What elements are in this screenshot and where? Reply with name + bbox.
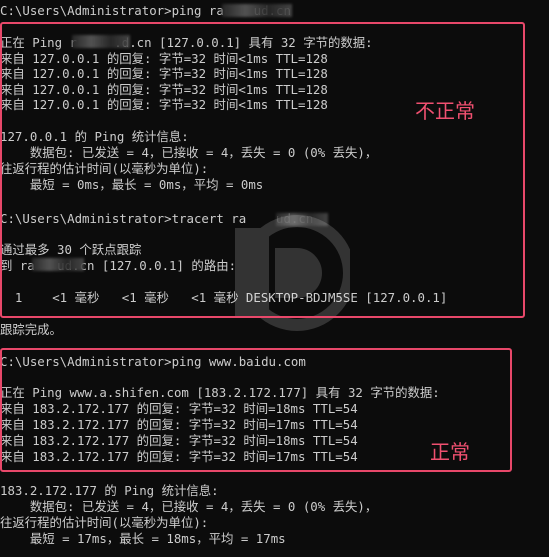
terminal-line: 127.0.0.1 的 Ping 统计信息:: [0, 129, 189, 144]
terminal-line: 正在 Ping r .d.cn [127.0.0.1] 具有 32 字节的数据:: [0, 35, 373, 50]
terminal-line: 来自 127.0.0.1 的回复: 字节=32 时间<1ms TTL=128: [0, 51, 328, 66]
terminal-line: 来自 183.2.172.177 的回复: 字节=32 时间=18ms TTL=…: [0, 433, 358, 448]
terminal-line: 数据包: 已发送 = 4，已接收 = 4，丢失 = 0 (0% 丢失)，: [0, 145, 378, 160]
terminal-line: 往返行程的估计时间(以毫秒为单位):: [0, 161, 209, 176]
redacted-domain: [72, 35, 130, 48]
terminal-window[interactable]: C:\Users\Administrator>ping ra ud.cn 正在 P…: [0, 0, 549, 557]
terminal-line: 往返行程的估计时间(以毫秒为单位):: [0, 515, 209, 530]
terminal-line: 来自 127.0.0.1 的回复: 字节=32 时间<1ms TTL=128: [0, 66, 328, 81]
terminal-line: 最短 = 0ms，最长 = 0ms，平均 = 0ms: [0, 177, 264, 192]
terminal-line: 1 <1 毫秒 <1 毫秒 <1 毫秒 DESKTOP-BDJM5SE [127…: [0, 290, 448, 305]
normal-label: 正常: [430, 440, 470, 464]
terminal-line: 183.2.172.177 的 Ping 统计信息:: [0, 483, 219, 498]
abnormal-label: 不正常: [415, 99, 475, 123]
terminal-line: 来自 183.2.172.177 的回复: 字节=32 时间=18ms TTL=…: [0, 401, 358, 416]
terminal-line: C:\Users\Administrator>ping www.baidu.co…: [0, 354, 306, 369]
watermark-logo-icon: [235, 215, 350, 331]
terminal-line: 通过最多 30 个跃点跟踪: [0, 242, 142, 257]
redacted-domain: [32, 258, 84, 271]
terminal-line: 最短 = 17ms，最长 = 18ms，平均 = 17ms: [0, 531, 286, 546]
terminal-line: 正在 Ping www.a.shifen.com [183.2.172.177]…: [0, 385, 440, 400]
terminal-line: 来自 127.0.0.1 的回复: 字节=32 时间<1ms TTL=128: [0, 82, 328, 97]
terminal-line: 跟踪完成。: [0, 322, 62, 337]
terminal-line: 来自 183.2.172.177 的回复: 字节=32 时间=17ms TTL=…: [0, 417, 358, 432]
redacted-domain: [222, 4, 292, 17]
terminal-line: 来自 127.0.0.1 的回复: 字节=32 时间<1ms TTL=128: [0, 97, 328, 112]
terminal-line: 数据包: 已发送 = 4，已接收 = 4，丢失 = 0 (0% 丢失)，: [0, 499, 378, 514]
terminal-line: 来自 183.2.172.177 的回复: 字节=32 时间=17ms TTL=…: [0, 449, 358, 464]
